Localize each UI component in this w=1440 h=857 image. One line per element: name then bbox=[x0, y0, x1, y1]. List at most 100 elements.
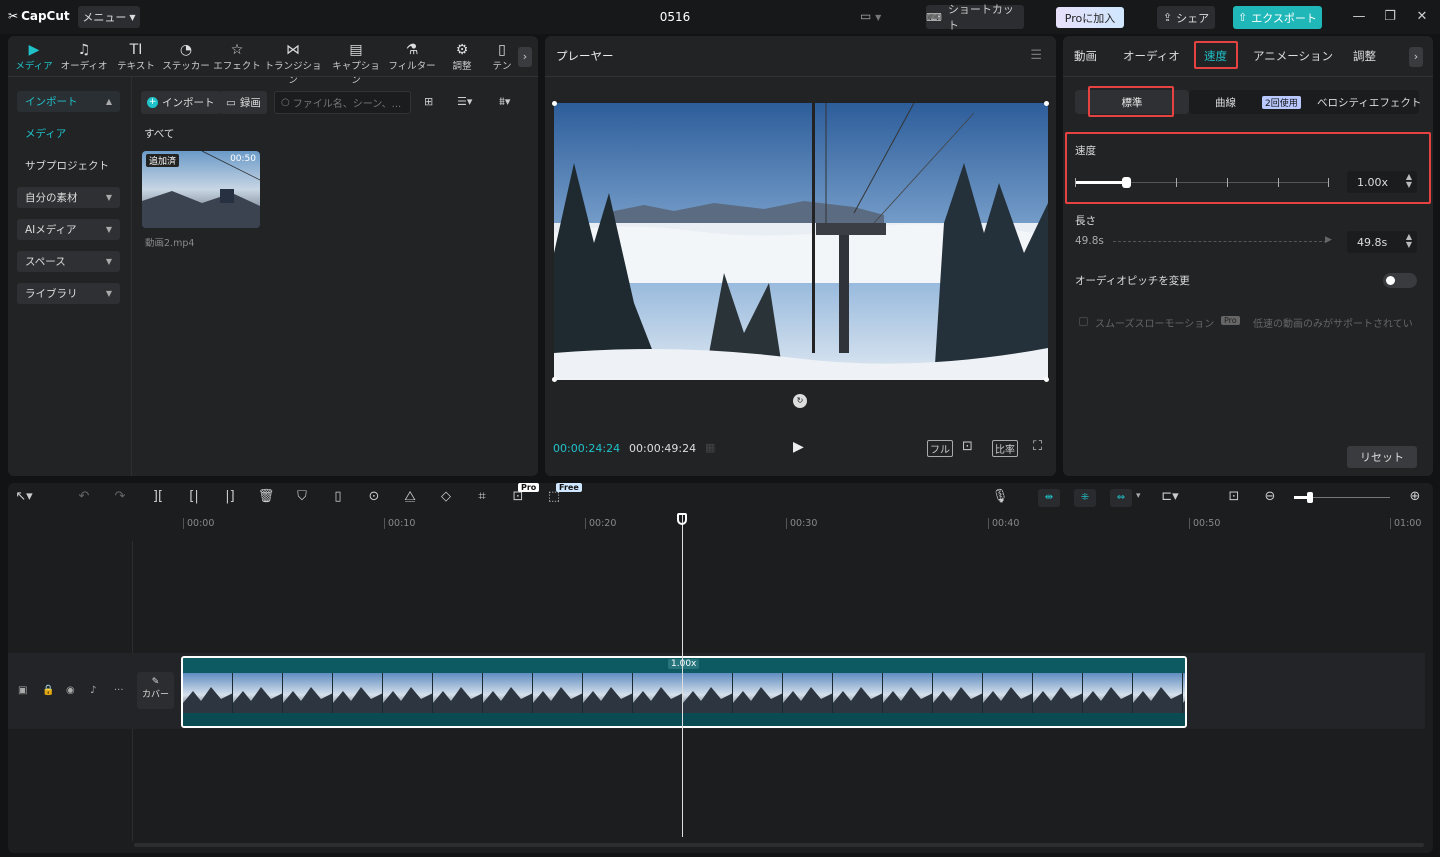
select-tool-icon[interactable]: ↖▾ bbox=[14, 489, 34, 504]
resize-handle[interactable] bbox=[552, 377, 557, 382]
freeze-icon[interactable]: ▯ bbox=[328, 489, 348, 504]
eye-icon[interactable]: ◉ bbox=[66, 685, 75, 696]
cover-button[interactable]: ✎ カバー bbox=[137, 672, 174, 709]
filter-all-label[interactable]: すべて bbox=[144, 126, 174, 141]
zoom-out-icon[interactable]: ⊖ bbox=[1260, 489, 1280, 504]
toolbar-adjust[interactable]: ⚙ 調整 bbox=[436, 42, 488, 72]
track-video-icon[interactable]: ▣ bbox=[18, 685, 27, 696]
fullscreen-icon[interactable]: ⛶ bbox=[1033, 439, 1042, 454]
export-button[interactable]: ⇧ エクスポート bbox=[1233, 6, 1322, 29]
caption-icon: ▤ bbox=[349, 42, 363, 58]
stepper-icon[interactable]: ▲ ▼ bbox=[1406, 173, 1412, 189]
reverse-icon[interactable]: ⊙ bbox=[364, 489, 384, 504]
chevron-right-icon[interactable]: › bbox=[1409, 47, 1423, 67]
play-icon[interactable]: ▶ bbox=[793, 439, 804, 455]
chevron-down-icon[interactable]: ▾ bbox=[1136, 491, 1141, 501]
share-button[interactable]: ⇪ シェア bbox=[1157, 6, 1215, 29]
sidebar-item-import[interactable]: インポート ▲ bbox=[17, 91, 120, 112]
marker-icon[interactable]: ⛉ bbox=[292, 489, 312, 504]
import-button[interactable]: + インポート bbox=[141, 91, 221, 114]
full-button[interactable]: フル bbox=[927, 440, 953, 457]
microphone-icon[interactable]: 🎙 bbox=[990, 489, 1010, 504]
pitch-toggle[interactable] bbox=[1383, 273, 1417, 288]
tab-audio[interactable]: オーディオ bbox=[1123, 48, 1180, 64]
undo-icon[interactable]: ↶ bbox=[74, 489, 94, 504]
project-title[interactable]: 0516 bbox=[640, 10, 710, 24]
smooth-checkbox[interactable] bbox=[1079, 317, 1088, 326]
video-clip[interactable]: 1.00x bbox=[181, 656, 1187, 728]
main-track-magnet-icon[interactable]: ⇹ bbox=[1038, 489, 1060, 507]
volume-icon[interactable]: ♪ bbox=[90, 685, 96, 696]
fit-view-icon[interactable]: ⊡ bbox=[1224, 489, 1244, 504]
toolbar-audio[interactable]: ♫ オーディオ bbox=[58, 42, 110, 72]
link-icon[interactable]: ⇔ bbox=[1110, 489, 1132, 507]
snap-icon[interactable]: ⁜ bbox=[1074, 489, 1096, 507]
split-icon[interactable]: ][ bbox=[148, 489, 168, 504]
reset-button[interactable]: リセット bbox=[1347, 446, 1417, 468]
shortcut-button[interactable]: ⌨ ショートカット bbox=[926, 3, 1024, 32]
horizontal-scrollbar[interactable] bbox=[134, 843, 1424, 847]
toolbar-filter[interactable]: ⚗ フィルター bbox=[386, 42, 438, 72]
chevron-right-icon[interactable]: › bbox=[518, 47, 532, 67]
subtab-curve[interactable]: 曲線 bbox=[1215, 95, 1236, 110]
toolbar-text[interactable]: TI テキスト bbox=[110, 42, 162, 72]
more-icon[interactable]: ··· bbox=[114, 685, 124, 696]
split-left-icon[interactable]: [| bbox=[184, 489, 204, 504]
rotate-icon[interactable]: ↻ bbox=[793, 394, 807, 408]
speed-slider-knob[interactable] bbox=[1121, 177, 1131, 188]
toolbar-template[interactable]: ▯ テン bbox=[482, 42, 522, 72]
sidebar-item-space[interactable]: スペース ▼ bbox=[17, 251, 120, 272]
close-icon[interactable]: ✕ bbox=[1414, 9, 1430, 24]
rotate-icon[interactable]: ◇ bbox=[436, 489, 456, 504]
toolbar-effect[interactable]: ☆ エフェクト bbox=[211, 42, 263, 72]
subtab-velocity[interactable]: ベロシティエフェクト bbox=[1317, 95, 1421, 110]
video-preview[interactable] bbox=[554, 103, 1048, 380]
tab-animation[interactable]: アニメーション bbox=[1253, 48, 1333, 64]
sidebar-item-mine[interactable]: 自分の素材 ▼ bbox=[17, 187, 120, 208]
preview-axis-icon[interactable]: ⊏▾ bbox=[1160, 489, 1180, 504]
toolbar-media[interactable]: ▶ メディア bbox=[8, 42, 60, 72]
split-right-icon[interactable]: |] bbox=[220, 489, 240, 504]
sidebar-item-library[interactable]: ライブラリ ▼ bbox=[17, 283, 120, 304]
lock-icon[interactable]: 🔒 bbox=[42, 685, 54, 696]
playhead[interactable] bbox=[682, 513, 683, 837]
record-button[interactable]: ▭ 録画 bbox=[220, 91, 267, 114]
toolbar-transition[interactable]: ⋈ トランジション bbox=[261, 42, 325, 86]
ratio-button[interactable]: 比率 bbox=[992, 440, 1018, 457]
zoom-in-icon[interactable]: ⊕ bbox=[1405, 489, 1425, 504]
menu-button[interactable]: メニュー ▼ bbox=[78, 6, 140, 28]
speed-input[interactable]: 1.00x ▲ ▼ bbox=[1347, 171, 1417, 193]
resize-handle[interactable] bbox=[1044, 377, 1049, 382]
mirror-icon[interactable]: ⧋ bbox=[400, 489, 420, 504]
toolbar-sticker[interactable]: ◔ ステッカー bbox=[160, 42, 212, 72]
stepper-icon[interactable]: ▲ ▼ bbox=[1406, 233, 1412, 249]
grid-view-icon[interactable]: ⊞ bbox=[424, 95, 433, 108]
filter-icon[interactable]: ⩩▾ bbox=[499, 95, 510, 109]
length-input[interactable]: 49.8s ▲ ▼ bbox=[1347, 231, 1417, 253]
tab-adjust[interactable]: 調整 bbox=[1353, 48, 1376, 64]
sort-icon[interactable]: ☰▾ bbox=[457, 95, 472, 108]
layout-icon[interactable]: ▭ ▼ bbox=[860, 9, 881, 23]
crop-icon[interactable]: ⌗ bbox=[472, 489, 492, 504]
search-input[interactable]: ○ ファイル名、シーン、... bbox=[274, 91, 411, 114]
clip-speed-badge[interactable]: 1.00x bbox=[668, 659, 700, 669]
zoom-slider-knob[interactable] bbox=[1307, 492, 1313, 503]
media-thumbnail[interactable]: 追加済 00:50 bbox=[142, 151, 260, 228]
sidebar-item-subproject[interactable]: サブプロジェクト bbox=[17, 155, 120, 176]
resize-handle[interactable] bbox=[552, 101, 557, 106]
minimize-icon[interactable]: — bbox=[1351, 9, 1367, 24]
maximize-icon[interactable]: ❐ bbox=[1382, 9, 1398, 24]
toolbar-caption[interactable]: ▤ キャプション bbox=[328, 42, 384, 86]
delete-icon[interactable]: 🗑 bbox=[256, 489, 276, 504]
camera-icon: ▭ bbox=[226, 96, 236, 109]
sidebar-item-ai[interactable]: AIメディア ▼ bbox=[17, 219, 120, 240]
playhead-handle[interactable] bbox=[677, 513, 687, 525]
redo-icon[interactable]: ↷ bbox=[110, 489, 130, 504]
tab-video[interactable]: 動画 bbox=[1074, 48, 1097, 64]
snapshot-icon[interactable]: ⊡ bbox=[962, 439, 973, 454]
hamburger-icon[interactable]: ☰ bbox=[1030, 48, 1042, 63]
sidebar-item-media[interactable]: メディア bbox=[17, 123, 120, 144]
resize-handle[interactable] bbox=[1044, 101, 1049, 106]
frame-grid-icon[interactable]: ▦ bbox=[705, 441, 715, 454]
pro-subscribe-button[interactable]: Proに加入 bbox=[1056, 7, 1124, 28]
